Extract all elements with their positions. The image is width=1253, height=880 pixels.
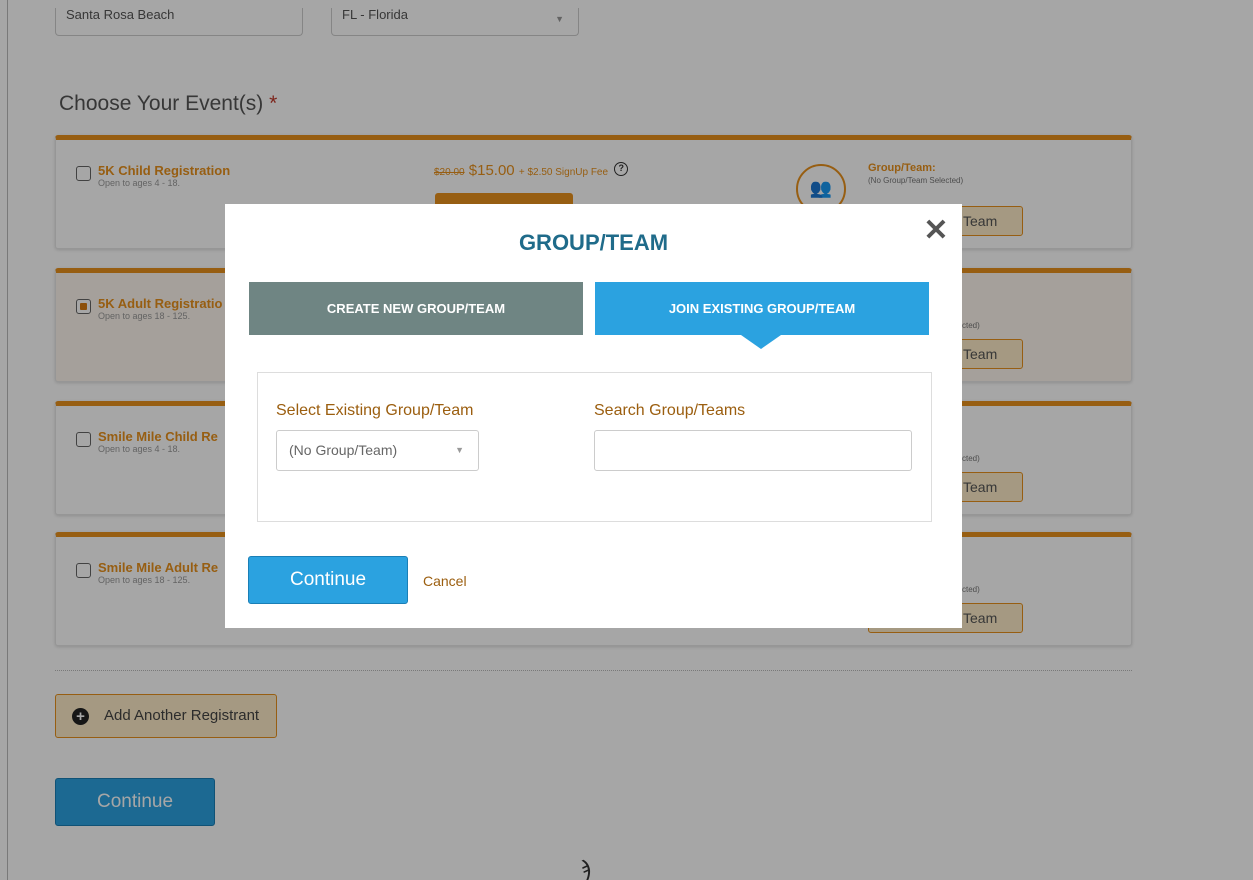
group-select[interactable]: (No Group/Team) ▼ [276, 430, 479, 471]
tab-join-label: JOIN EXISTING GROUP/TEAM [668, 301, 856, 316]
modal-cancel-link[interactable]: Cancel [423, 573, 467, 589]
close-icon[interactable]: ✕ [921, 216, 951, 246]
active-tab-pointer [741, 335, 781, 349]
tab-create-group[interactable]: CREATE NEW GROUP/TEAM [249, 282, 583, 335]
search-group-label: Search Group/Teams [594, 402, 746, 419]
chevron-down-icon: ▼ [455, 445, 464, 455]
tab-join-group[interactable]: JOIN EXISTING GROUP/TEAM [595, 282, 929, 349]
select-group-label: Select Existing Group/Team [276, 402, 474, 419]
group-team-modal: GROUP/TEAM ✕ CREATE NEW GROUP/TEAM JOIN … [225, 204, 962, 628]
modal-continue-button[interactable]: Continue [248, 556, 408, 604]
search-group-input[interactable] [594, 430, 912, 471]
tab-create-label: CREATE NEW GROUP/TEAM [326, 301, 506, 316]
group-select-value: (No Group/Team) [289, 442, 398, 458]
modal-title: GROUP/TEAM [518, 230, 669, 255]
join-group-panel: Select Existing Group/Team Search Group/… [257, 372, 932, 522]
